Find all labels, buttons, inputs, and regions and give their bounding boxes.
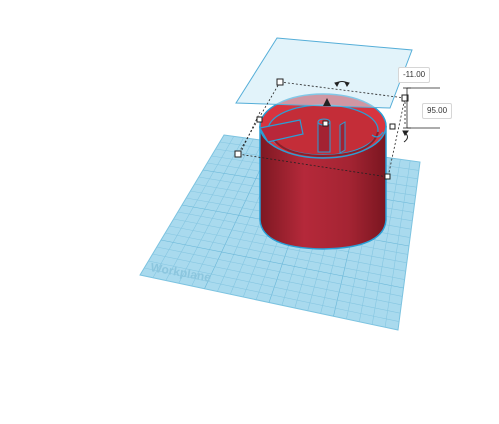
resize-handle[interactable]: [384, 173, 391, 180]
transparent-plane[interactable]: [235, 37, 413, 109]
resize-handle[interactable]: [389, 123, 396, 130]
elevation-input[interactable]: -11.00: [398, 67, 431, 83]
resize-handle[interactable]: [276, 78, 284, 86]
resize-handle[interactable]: [234, 150, 242, 158]
red-cylinder-shape[interactable]: [259, 93, 387, 250]
height-input[interactable]: 95.00: [422, 103, 453, 119]
3d-viewport[interactable]: Workplane: [0, 0, 499, 419]
resize-handle[interactable]: [322, 120, 329, 127]
rotate-arrow-icon[interactable]: [402, 130, 409, 143]
resize-handle[interactable]: [256, 116, 263, 123]
